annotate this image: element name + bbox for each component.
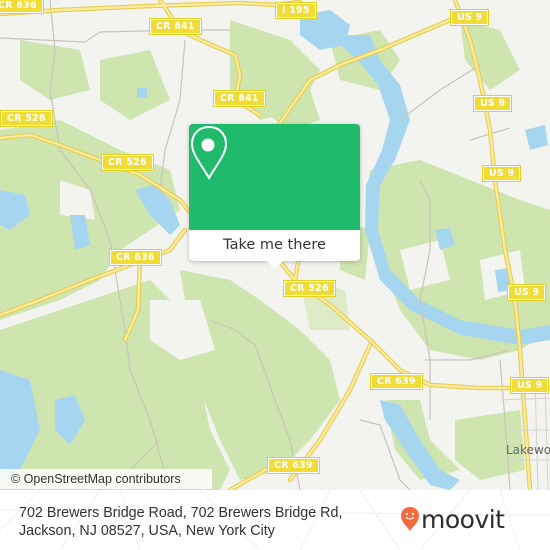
route-shield-cr-641: CR 641 — [213, 90, 266, 107]
route-shield-cr-526: CR 526 — [0, 110, 53, 127]
place-label-lakewood: Lakewo — [506, 443, 550, 457]
address-text: 702 Brewers Bridge Road, 702 Brewers Bri… — [19, 504, 342, 540]
route-shield-us-9: US 9 — [481, 165, 522, 182]
route-shield-cr-639: CR 639 — [370, 373, 423, 390]
route-shield-cr-636: CR 636 — [109, 249, 162, 266]
map-attribution[interactable]: © OpenStreetMap contributors — [0, 469, 212, 489]
moovit-pin-icon — [401, 507, 419, 531]
take-me-there-button[interactable]: Take me there — [189, 230, 360, 261]
address-line-2: Jackson, NJ 08527, USA, New York City — [19, 523, 275, 539]
route-shield-cr-526: CR 526 — [283, 280, 336, 297]
moovit-logo[interactable]: moovit — [400, 502, 505, 536]
popup-pointer — [266, 260, 284, 269]
route-shield-cr-641: CR 641 — [149, 18, 202, 35]
route-shield-cr-636: CR 636 — [0, 0, 44, 14]
brand-name: moovit — [421, 504, 505, 534]
route-shield-us-9: US 9 — [449, 9, 490, 26]
map-view[interactable]: CR 636 CR 641 I 195 US 9 CR 641 CR 526 U… — [0, 0, 550, 490]
route-shield-us-9: US 9 — [506, 284, 547, 301]
route-shield-cr-639: CR 639 — [267, 457, 320, 474]
route-shield-cr-526: CR 526 — [101, 154, 154, 171]
location-popup: Take me there — [189, 124, 360, 269]
route-shield-i-195: I 195 — [275, 2, 317, 19]
address-line-1: 702 Brewers Bridge Road, 702 Brewers Bri… — [19, 505, 343, 521]
popup-header — [189, 124, 360, 230]
map-pin-icon — [190, 125, 228, 181]
footer: 702 Brewers Bridge Road, 702 Brewers Bri… — [0, 490, 550, 550]
route-shield-us-9: US 9 — [472, 95, 513, 112]
route-shield-us-9: US 9 — [509, 377, 550, 394]
